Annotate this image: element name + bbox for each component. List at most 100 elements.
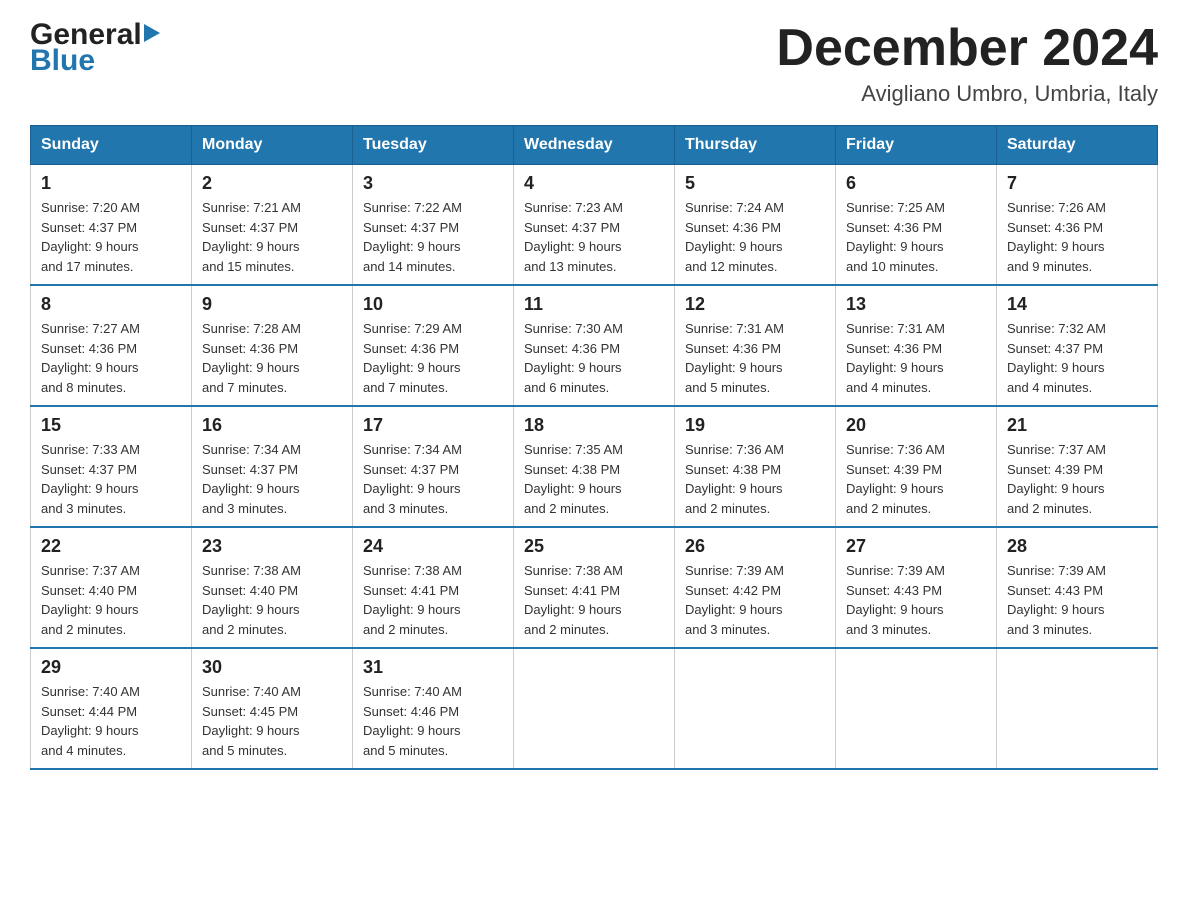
calendar-cell: 28 Sunrise: 7:39 AMSunset: 4:43 PMDayligh… [997,527,1158,648]
day-number: 27 [846,536,986,557]
calendar-cell: 4 Sunrise: 7:23 AMSunset: 4:37 PMDaylight… [514,165,675,286]
day-number: 14 [1007,294,1147,315]
day-number: 19 [685,415,825,436]
day-number: 2 [202,173,342,194]
title-section: December 2024 Avigliano Umbro, Umbria, I… [776,20,1158,107]
header-monday: Monday [192,126,353,165]
calendar-cell: 16 Sunrise: 7:34 AMSunset: 4:37 PMDayligh… [192,406,353,527]
day-info: Sunrise: 7:40 AMSunset: 4:45 PMDaylight:… [202,682,342,760]
calendar-header-row: SundayMondayTuesdayWednesdayThursdayFrid… [31,126,1158,165]
day-number: 28 [1007,536,1147,557]
calendar-week-row: 8Sunrise: 7:27 AMSunset: 4:36 PMDaylight… [31,285,1158,406]
header-saturday: Saturday [997,126,1158,165]
day-info: Sunrise: 7:38 AMSunset: 4:40 PMDaylight:… [202,561,342,639]
day-number: 29 [41,657,181,678]
day-info: Sunrise: 7:24 AMSunset: 4:36 PMDaylight:… [685,198,825,276]
calendar-cell: 21Sunrise: 7:37 AMSunset: 4:39 PMDayligh… [997,406,1158,527]
month-title: December 2024 [776,20,1158,77]
calendar-cell: 1 Sunrise: 7:20 AMSunset: 4:37 PMDaylight… [31,165,192,286]
day-number: 31 [363,657,503,678]
calendar-cell: 29 Sunrise: 7:40 AMSunset: 4:44 PMDayligh… [31,648,192,769]
day-info: Sunrise: 7:38 AMSunset: 4:41 PMDaylight:… [363,561,503,639]
day-info: Sunrise: 7:21 AMSunset: 4:37 PMDaylight:… [202,198,342,276]
day-info: Sunrise: 7:29 AMSunset: 4:36 PMDaylight:… [363,319,503,397]
day-number: 4 [524,173,664,194]
day-number: 5 [685,173,825,194]
day-number: 20 [846,415,986,436]
day-number: 13 [846,294,986,315]
day-info: Sunrise: 7:26 AMSunset: 4:36 PMDaylight:… [1007,198,1147,276]
day-number: 11 [524,294,664,315]
header-thursday: Thursday [675,126,836,165]
day-info: Sunrise: 7:39 AMSunset: 4:42 PMDaylight:… [685,561,825,639]
day-info: Sunrise: 7:40 AMSunset: 4:46 PMDaylight:… [363,682,503,760]
header-friday: Friday [836,126,997,165]
calendar-cell: 9Sunrise: 7:28 AMSunset: 4:36 PMDaylight… [192,285,353,406]
day-number: 17 [363,415,503,436]
calendar-cell: 14 Sunrise: 7:32 AMSunset: 4:37 PMDayligh… [997,285,1158,406]
calendar-cell: 18 Sunrise: 7:35 AMSunset: 4:38 PMDayligh… [514,406,675,527]
calendar-cell: 5 Sunrise: 7:24 AMSunset: 4:36 PMDaylight… [675,165,836,286]
logo-blue-text: Blue [30,46,160,76]
day-number: 16 [202,415,342,436]
day-number: 3 [363,173,503,194]
day-number: 9 [202,294,342,315]
day-info: Sunrise: 7:23 AMSunset: 4:37 PMDaylight:… [524,198,664,276]
calendar-cell: 27 Sunrise: 7:39 AMSunset: 4:43 PMDayligh… [836,527,997,648]
day-info: Sunrise: 7:39 AMSunset: 4:43 PMDaylight:… [1007,561,1147,639]
calendar-cell: 20Sunrise: 7:36 AMSunset: 4:39 PMDayligh… [836,406,997,527]
calendar-cell: 10 Sunrise: 7:29 AMSunset: 4:36 PMDayligh… [353,285,514,406]
day-number: 7 [1007,173,1147,194]
calendar-week-row: 15 Sunrise: 7:33 AMSunset: 4:37 PMDayligh… [31,406,1158,527]
day-info: Sunrise: 7:37 AMSunset: 4:40 PMDaylight:… [41,561,181,639]
logo-arrow-icon [144,24,160,42]
calendar-cell: 30 Sunrise: 7:40 AMSunset: 4:45 PMDayligh… [192,648,353,769]
day-number: 18 [524,415,664,436]
day-info: Sunrise: 7:32 AMSunset: 4:37 PMDaylight:… [1007,319,1147,397]
day-number: 26 [685,536,825,557]
calendar-cell: 25 Sunrise: 7:38 AMSunset: 4:41 PMDayligh… [514,527,675,648]
day-info: Sunrise: 7:34 AMSunset: 4:37 PMDaylight:… [202,440,342,518]
calendar-cell [675,648,836,769]
day-info: Sunrise: 7:38 AMSunset: 4:41 PMDaylight:… [524,561,664,639]
calendar-cell: 23Sunrise: 7:38 AMSunset: 4:40 PMDayligh… [192,527,353,648]
location-title: Avigliano Umbro, Umbria, Italy [776,81,1158,107]
day-number: 6 [846,173,986,194]
calendar-cell [997,648,1158,769]
header-wednesday: Wednesday [514,126,675,165]
header-sunday: Sunday [31,126,192,165]
day-info: Sunrise: 7:40 AMSunset: 4:44 PMDaylight:… [41,682,181,760]
calendar-cell [836,648,997,769]
day-info: Sunrise: 7:31 AMSunset: 4:36 PMDaylight:… [685,319,825,397]
calendar-week-row: 29 Sunrise: 7:40 AMSunset: 4:44 PMDayligh… [31,648,1158,769]
day-info: Sunrise: 7:33 AMSunset: 4:37 PMDaylight:… [41,440,181,518]
calendar-week-row: 22 Sunrise: 7:37 AMSunset: 4:40 PMDayligh… [31,527,1158,648]
calendar-week-row: 1 Sunrise: 7:20 AMSunset: 4:37 PMDaylight… [31,165,1158,286]
day-number: 8 [41,294,181,315]
calendar-cell: 17 Sunrise: 7:34 AMSunset: 4:37 PMDayligh… [353,406,514,527]
calendar-cell: 7 Sunrise: 7:26 AMSunset: 4:36 PMDaylight… [997,165,1158,286]
calendar-cell: 3Sunrise: 7:22 AMSunset: 4:37 PMDaylight… [353,165,514,286]
calendar-cell: 24 Sunrise: 7:38 AMSunset: 4:41 PMDayligh… [353,527,514,648]
day-number: 25 [524,536,664,557]
day-info: Sunrise: 7:35 AMSunset: 4:38 PMDaylight:… [524,440,664,518]
calendar-cell: 31 Sunrise: 7:40 AMSunset: 4:46 PMDayligh… [353,648,514,769]
day-number: 22 [41,536,181,557]
day-number: 21 [1007,415,1147,436]
day-info: Sunrise: 7:25 AMSunset: 4:36 PMDaylight:… [846,198,986,276]
day-number: 10 [363,294,503,315]
header-tuesday: Tuesday [353,126,514,165]
calendar-cell: 22 Sunrise: 7:37 AMSunset: 4:40 PMDayligh… [31,527,192,648]
calendar-cell: 11Sunrise: 7:30 AMSunset: 4:36 PMDayligh… [514,285,675,406]
day-number: 1 [41,173,181,194]
day-info: Sunrise: 7:34 AMSunset: 4:37 PMDaylight:… [363,440,503,518]
day-number: 24 [363,536,503,557]
calendar-cell: 2 Sunrise: 7:21 AMSunset: 4:37 PMDaylight… [192,165,353,286]
calendar-cell: 26 Sunrise: 7:39 AMSunset: 4:42 PMDayligh… [675,527,836,648]
day-info: Sunrise: 7:39 AMSunset: 4:43 PMDaylight:… [846,561,986,639]
day-number: 15 [41,415,181,436]
day-number: 30 [202,657,342,678]
calendar-cell: 13 Sunrise: 7:31 AMSunset: 4:36 PMDayligh… [836,285,997,406]
day-info: Sunrise: 7:20 AMSunset: 4:37 PMDaylight:… [41,198,181,276]
day-info: Sunrise: 7:31 AMSunset: 4:36 PMDaylight:… [846,319,986,397]
